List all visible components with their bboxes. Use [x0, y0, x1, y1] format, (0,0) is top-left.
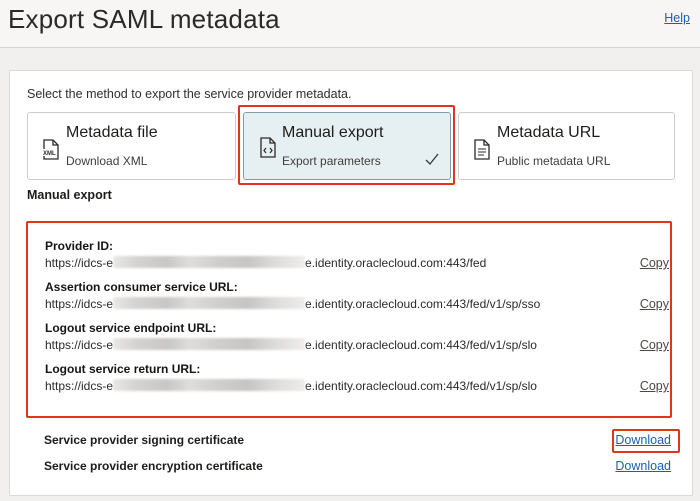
value-suffix: e.identity.oraclecloud.com:443/fed/v1/sp…	[305, 338, 537, 352]
copy-button[interactable]: Copy	[640, 297, 669, 311]
value-suffix: e.identity.oraclecloud.com:443/fed	[305, 256, 487, 270]
card-subtitle: Public metadata URL	[497, 154, 611, 168]
method-card-manual-export[interactable]: Manual export Export parameters	[243, 112, 451, 180]
value-prefix: https://idcs-e	[45, 256, 114, 270]
document-url-icon	[472, 139, 492, 161]
field-logout-return-url: Logout service return URL: https://idcs-…	[45, 362, 669, 393]
download-encryption-certificate-link[interactable]: Download	[615, 459, 671, 473]
redacted-blur	[113, 256, 306, 268]
method-card-metadata-file[interactable]: XML Metadata file Download XML	[27, 112, 236, 180]
redacted-blur	[113, 379, 306, 391]
field-label: Logout service endpoint URL:	[45, 321, 217, 335]
page-title: Export SAML metadata	[8, 4, 280, 34]
copy-button[interactable]: Copy	[640, 338, 669, 352]
field-label: Logout service return URL:	[45, 362, 201, 376]
copy-button[interactable]: Copy	[640, 256, 669, 270]
download-signing-certificate-link[interactable]: Download	[615, 433, 671, 447]
value-prefix: https://idcs-e	[45, 338, 114, 352]
copy-button[interactable]: Copy	[640, 379, 669, 393]
value-prefix: https://idcs-e	[45, 379, 114, 393]
signing-certificate-label: Service provider signing certificate	[44, 433, 245, 447]
field-label: Assertion consumer service URL:	[45, 280, 238, 294]
section-label: Manual export	[27, 188, 112, 202]
code-file-icon	[258, 137, 278, 159]
method-card-metadata-url[interactable]: Metadata URL Public metadata URL	[458, 112, 675, 180]
redacted-blur	[113, 297, 306, 309]
field-value: https://idcs-e e.identity.oraclecloud.com…	[45, 338, 665, 352]
value-suffix: e.identity.oraclecloud.com:443/fed/v1/sp…	[305, 297, 541, 311]
check-icon	[424, 151, 440, 167]
card-subtitle: Download XML	[66, 154, 148, 168]
redacted-blur	[113, 338, 306, 350]
field-provider-id: Provider ID: https://idcs-e e.identity.or…	[45, 239, 669, 270]
value-suffix: e.identity.oraclecloud.com:443/fed/v1/sp…	[305, 379, 537, 393]
card-title: Metadata URL	[497, 124, 601, 141]
export-panel: Select the method to export the service …	[9, 70, 693, 496]
field-value: https://idcs-e e.identity.oraclecloud.com…	[45, 256, 665, 270]
card-subtitle: Export parameters	[282, 154, 381, 168]
svg-text:XML: XML	[43, 151, 56, 157]
page-header: Export SAML metadata Help	[0, 0, 700, 48]
field-label: Provider ID:	[45, 239, 114, 253]
value-prefix: https://idcs-e	[45, 297, 114, 311]
help-link[interactable]: Help	[664, 11, 690, 25]
instruction-text: Select the method to export the service …	[27, 87, 352, 101]
field-logout-endpoint-url: Logout service endpoint URL: https://idc…	[45, 321, 669, 352]
encryption-certificate-label: Service provider encryption certificate	[44, 459, 263, 473]
field-value: https://idcs-e e.identity.oraclecloud.com…	[45, 379, 665, 393]
card-title: Metadata file	[66, 124, 158, 141]
card-title: Manual export	[282, 124, 384, 141]
field-assertion-consumer-url: Assertion consumer service URL: https://…	[45, 280, 669, 311]
field-value: https://idcs-e e.identity.oraclecloud.com…	[45, 297, 665, 311]
xml-file-icon: XML	[41, 139, 61, 161]
